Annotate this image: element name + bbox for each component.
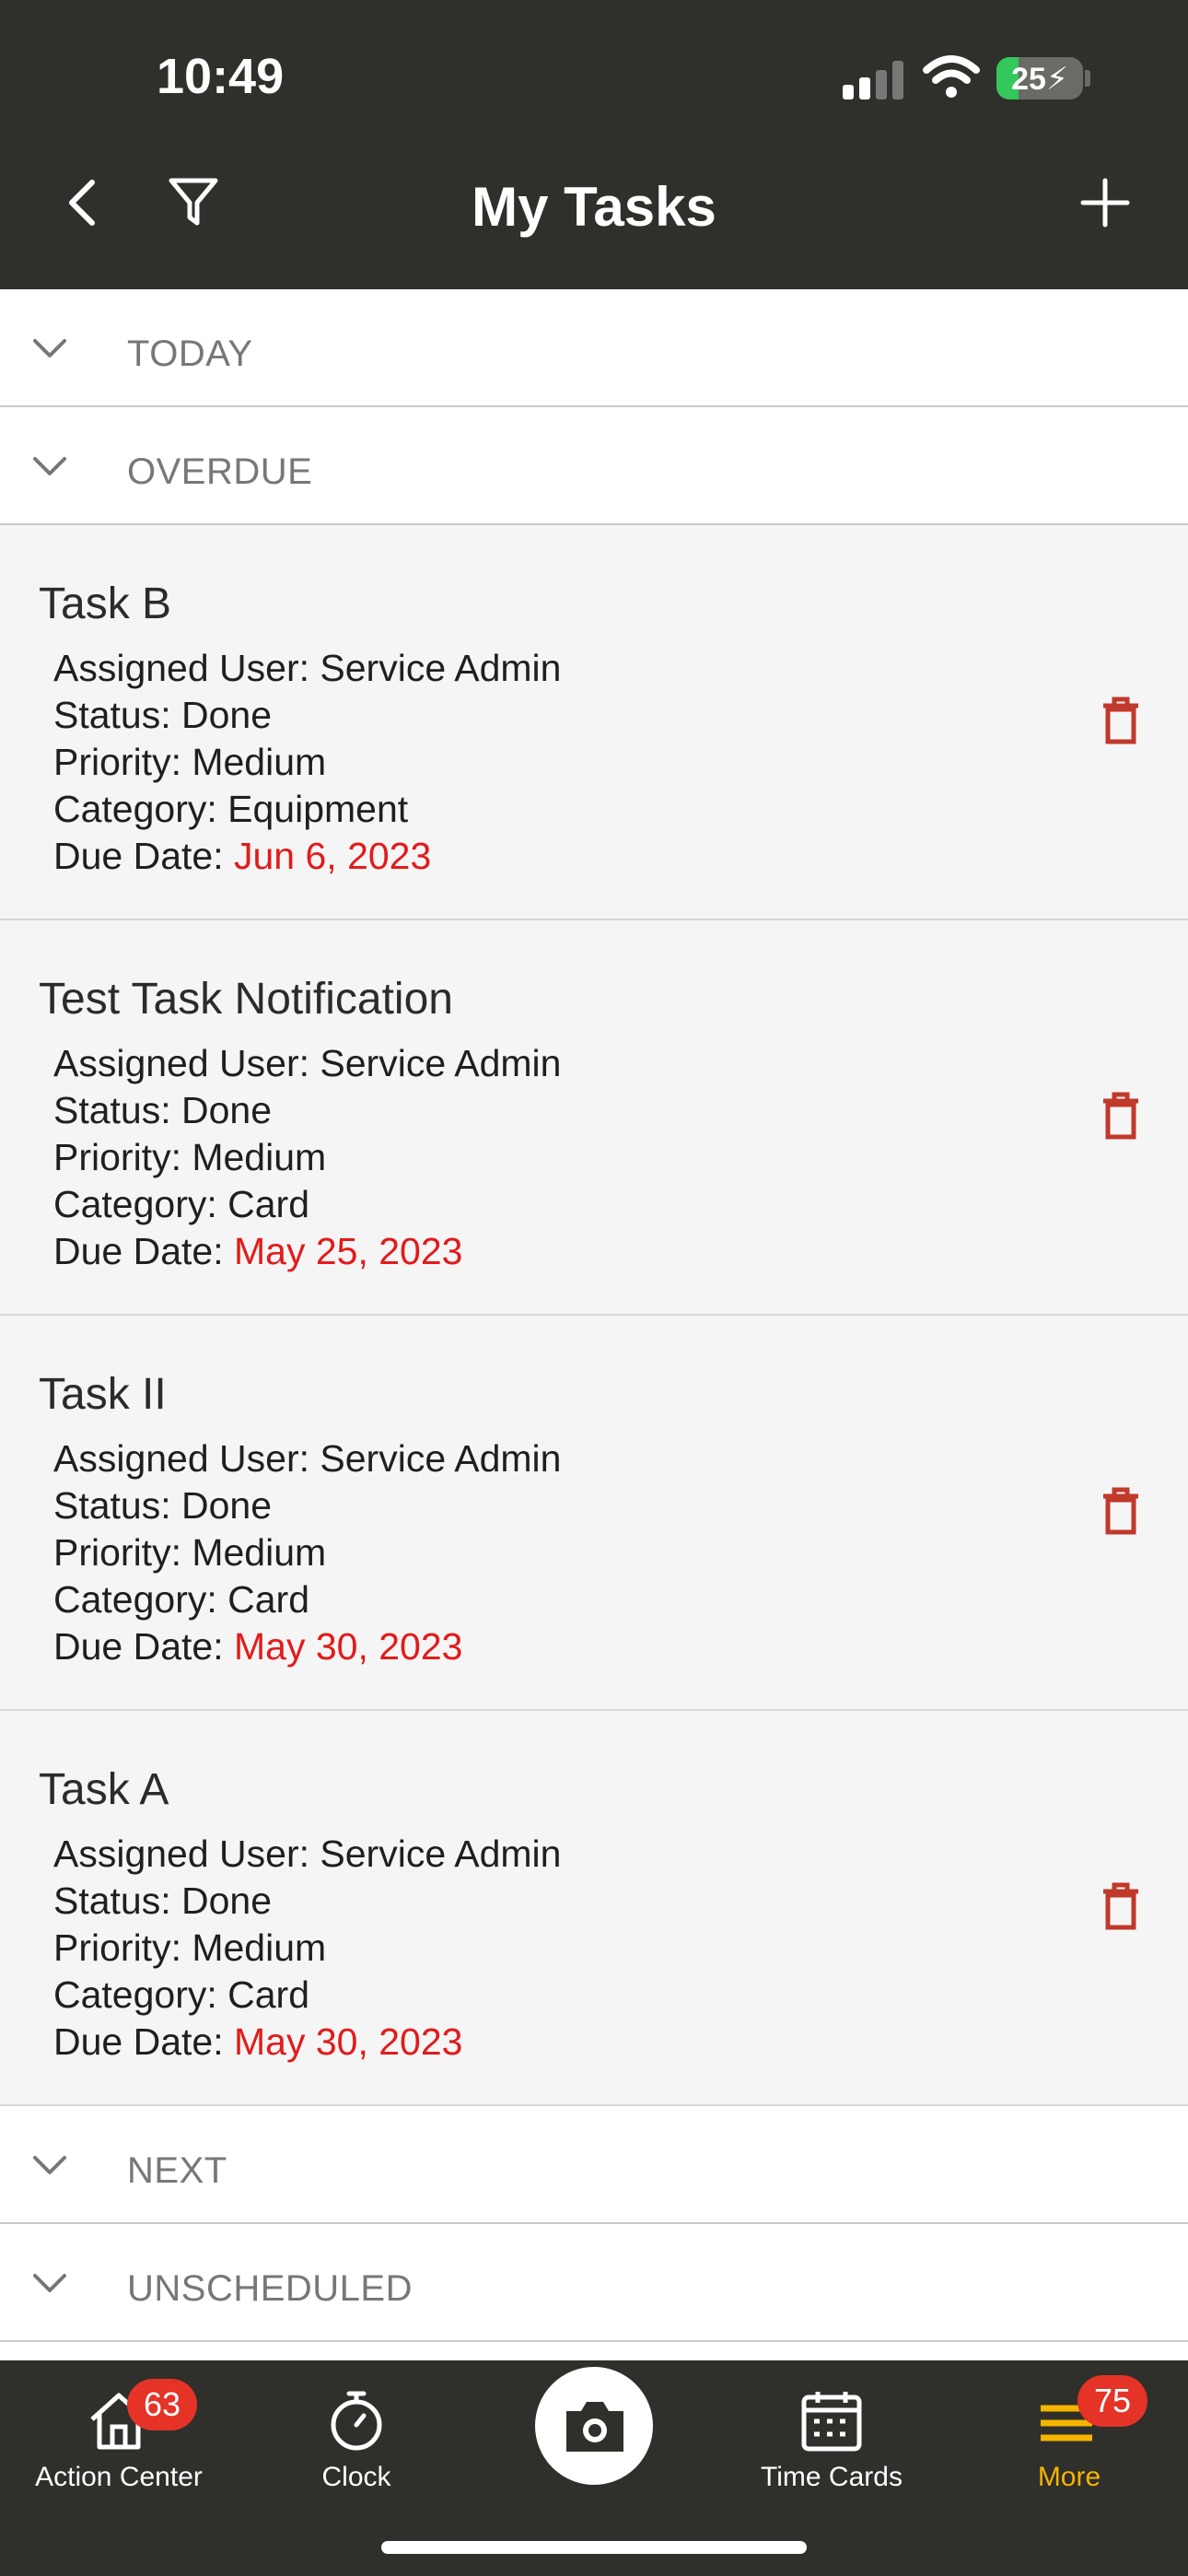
section-label: UNSCHEDULED <box>127 2268 413 2309</box>
task-due: Due Date: May 30, 2023 <box>53 2019 561 2066</box>
due-label: Due Date: <box>53 2020 234 2063</box>
tab-label: Action Center <box>35 2462 203 2492</box>
tab-label: Clock <box>321 2462 391 2492</box>
task-status: Status: Done <box>53 694 273 736</box>
tab-label: Time Cards <box>761 2462 903 2492</box>
trash-icon[interactable] <box>1101 697 1140 744</box>
tab-more[interactable]: 75 More <box>950 2360 1188 2508</box>
cellular-signal-icon <box>843 61 903 100</box>
section-next[interactable]: NEXT <box>0 2106 1188 2224</box>
due-label: Due Date: <box>53 835 234 877</box>
battery-level: 25 <box>1011 62 1046 97</box>
task-assigned: Assigned User: Service Admin <box>53 1437 562 1480</box>
due-label: Due Date: <box>53 1230 234 1272</box>
plus-icon[interactable] <box>1077 175 1133 230</box>
wifi-icon <box>923 55 980 98</box>
section-unscheduled[interactable]: UNSCHEDULED <box>0 2224 1188 2342</box>
page-title: My Tasks <box>472 176 716 238</box>
task-status: Status: Done <box>53 1879 273 1922</box>
home-indicator[interactable] <box>381 2541 807 2554</box>
task-priority: Priority: Medium <box>53 1531 327 1574</box>
section-label: TODAY <box>127 334 253 374</box>
app-root: 10:49 25⚡ My Tasks TODAY OVERDUE Task B … <box>0 0 1188 2576</box>
tab-label: More <box>1037 2462 1101 2492</box>
task-details: Assigned User: Service Admin Status: Don… <box>53 1831 561 2066</box>
task-status: Status: Done <box>53 1089 273 1131</box>
task-card[interactable]: Test Task Notification Assigned User: Se… <box>0 920 1188 1316</box>
chevron-down-icon <box>33 2274 66 2292</box>
due-date: Jun 6, 2023 <box>234 835 432 877</box>
task-priority: Priority: Medium <box>53 741 327 783</box>
task-title: Task B <box>39 580 172 628</box>
task-category: Category: Equipment <box>53 788 409 830</box>
task-title: Task II <box>39 1370 167 1419</box>
task-status: Status: Done <box>53 1484 273 1527</box>
task-card[interactable]: Task A Assigned User: Service Admin Stat… <box>0 1711 1188 2106</box>
status-time: 10:49 <box>157 49 285 104</box>
due-date: May 25, 2023 <box>234 1230 463 1272</box>
stopwatch-icon <box>331 2391 382 2451</box>
notification-badge: 75 <box>1077 2375 1147 2427</box>
trash-icon[interactable] <box>1101 1882 1140 1930</box>
task-due: Due Date: May 25, 2023 <box>53 1228 561 1275</box>
section-overdue[interactable]: OVERDUE <box>0 407 1188 525</box>
section-label: NEXT <box>127 2150 227 2191</box>
task-details: Assigned User: Service Admin Status: Don… <box>53 645 561 880</box>
tab-action-center[interactable]: 63 Action Center <box>0 2360 238 2508</box>
task-due: Due Date: Jun 6, 2023 <box>53 833 561 880</box>
tab-clock[interactable]: Clock <box>238 2360 475 2508</box>
notification-badge: 63 <box>127 2379 197 2430</box>
task-title: Task A <box>39 1765 169 1814</box>
tab-time-cards[interactable]: Time Cards <box>713 2360 950 2508</box>
task-assigned: Assigned User: Service Admin <box>53 1832 562 1875</box>
camera-button[interactable] <box>532 2364 656 2488</box>
section-label: OVERDUE <box>127 451 313 492</box>
section-today[interactable]: TODAY <box>0 289 1188 407</box>
task-priority: Priority: Medium <box>53 1136 327 1178</box>
task-category: Category: Card <box>53 1578 310 1621</box>
task-list: TODAY OVERDUE Task B Assigned User: Serv… <box>0 289 1188 2342</box>
chevron-down-icon <box>33 457 66 475</box>
task-due: Due Date: May 30, 2023 <box>53 1623 561 1670</box>
header: 10:49 25⚡ My Tasks <box>0 0 1188 289</box>
battery-icon: 25⚡ <box>996 57 1083 100</box>
trash-icon[interactable] <box>1101 1092 1140 1140</box>
due-date: May 30, 2023 <box>234 2020 463 2063</box>
calendar-icon <box>801 2392 862 2452</box>
task-details: Assigned User: Service Admin Status: Don… <box>53 1435 561 1670</box>
task-card[interactable]: Task B Assigned User: Service Admin Stat… <box>0 525 1188 920</box>
task-details: Assigned User: Service Admin Status: Don… <box>53 1040 561 1275</box>
battery-cap <box>1085 70 1090 87</box>
due-date: May 30, 2023 <box>234 1625 463 1668</box>
due-label: Due Date: <box>53 1625 234 1668</box>
trash-icon[interactable] <box>1101 1487 1140 1535</box>
task-title: Test Task Notification <box>39 975 453 1024</box>
camera-icon <box>566 2402 623 2452</box>
task-priority: Priority: Medium <box>53 1926 327 1969</box>
chevron-down-icon <box>33 2156 66 2174</box>
task-category: Category: Card <box>53 1183 310 1225</box>
chevron-down-icon <box>33 339 66 357</box>
task-assigned: Assigned User: Service Admin <box>53 1042 562 1084</box>
task-assigned: Assigned User: Service Admin <box>53 647 562 689</box>
task-category: Category: Card <box>53 1973 310 2016</box>
task-card[interactable]: Task II Assigned User: Service Admin Sta… <box>0 1316 1188 1711</box>
